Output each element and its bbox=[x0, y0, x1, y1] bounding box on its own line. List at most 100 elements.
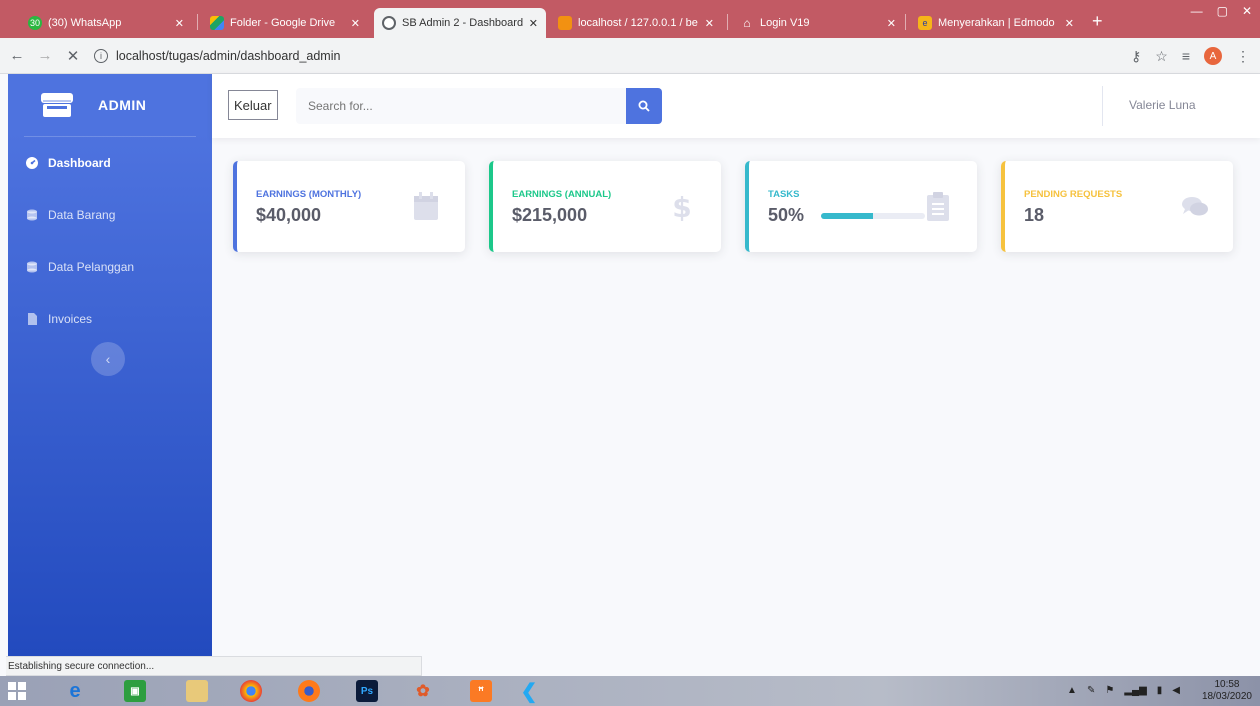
sidebar-item-label: Invoices bbox=[48, 312, 93, 326]
close-icon[interactable]: ✕ bbox=[529, 17, 538, 30]
address-bar: ← → ✕ i localhost/tugas/admin/dashboard_… bbox=[0, 38, 1260, 74]
database-icon bbox=[27, 261, 37, 273]
chevron-up-icon[interactable]: ▲ bbox=[1067, 685, 1077, 696]
tab-label: localhost / 127.0.0.1 / be bbox=[578, 17, 698, 29]
close-icon[interactable]: ✕ bbox=[887, 17, 896, 30]
logout-button[interactable]: Keluar bbox=[228, 90, 278, 120]
reading-list-icon[interactable]: ≡ bbox=[1182, 48, 1190, 64]
database-icon bbox=[27, 209, 37, 221]
topbar-divider bbox=[1102, 86, 1103, 126]
photoshop-icon[interactable]: Ps bbox=[356, 680, 378, 702]
close-icon[interactable]: ✕ bbox=[705, 17, 714, 30]
key-icon[interactable]: ⚷ bbox=[1131, 48, 1141, 65]
windows-logo-icon bbox=[8, 682, 26, 700]
sidebar-brand[interactable]: ADMIN bbox=[8, 74, 212, 136]
tab-separator bbox=[727, 14, 728, 30]
close-icon[interactable]: ✕ bbox=[175, 17, 184, 30]
search-button[interactable] bbox=[626, 88, 662, 124]
vscode-icon[interactable]: ❮ bbox=[518, 680, 540, 703]
browser-status-bar: Establishing secure connection... bbox=[6, 656, 422, 676]
google-drive-icon bbox=[210, 16, 224, 30]
tab-label: Folder - Google Drive bbox=[230, 17, 336, 29]
clipboard-icon bbox=[927, 192, 949, 221]
status-text: Establishing secure connection... bbox=[8, 660, 155, 672]
tab-google-drive[interactable]: Folder - Google Drive ✕ bbox=[202, 8, 368, 38]
pen-icon[interactable]: ✎ bbox=[1087, 685, 1095, 696]
sidebar-item-data-barang[interactable]: Data Barang bbox=[8, 189, 212, 241]
tab-edmodo[interactable]: e Menyerahkan | Edmodo ✕ bbox=[910, 8, 1082, 38]
chevron-left-icon: ‹ bbox=[105, 351, 111, 367]
sidebar-item-dashboard[interactable]: Dashboard bbox=[8, 137, 212, 189]
back-arrow-icon[interactable]: ← bbox=[6, 47, 28, 64]
store-icon bbox=[41, 93, 73, 117]
phpmyadmin-icon bbox=[558, 16, 572, 30]
search-icon bbox=[638, 100, 650, 112]
maximize-button[interactable]: ▢ bbox=[1217, 4, 1228, 18]
card-value: 18 bbox=[1024, 205, 1045, 225]
signal-icon[interactable]: ▂▄▆ bbox=[1124, 685, 1146, 696]
card-earnings-monthly: Earnings (Monthly) $40,000 bbox=[233, 161, 465, 252]
star-icon[interactable]: ☆ bbox=[1155, 48, 1168, 65]
card-label: Earnings (Monthly) bbox=[256, 189, 362, 200]
clock-time: 10:58 bbox=[1214, 679, 1240, 690]
tachometer-icon bbox=[26, 157, 38, 169]
close-icon[interactable]: ✕ bbox=[351, 17, 360, 30]
search-input[interactable] bbox=[296, 88, 626, 124]
card-value: $40,000 bbox=[256, 205, 322, 225]
tab-separator bbox=[905, 14, 906, 30]
forward-arrow-icon[interactable]: → bbox=[34, 47, 56, 64]
taskbar-clock[interactable]: 10:58 18/03/2020 bbox=[1202, 679, 1252, 703]
sidebar: ADMIN Dashboard Data Barang Data Pelangg… bbox=[8, 74, 212, 658]
card-pending-requests: Pending Requests 18 bbox=[1001, 161, 1233, 252]
volume-icon[interactable]: ◀ bbox=[1172, 685, 1180, 696]
card-label: Tasks bbox=[768, 189, 800, 200]
sidebar-item-data-pelanggan[interactable]: Data Pelanggan bbox=[8, 241, 212, 293]
profile-avatar[interactable]: A bbox=[1204, 47, 1222, 65]
xampp-icon[interactable]: ꟸ bbox=[470, 680, 492, 702]
tab-sb-admin-dashboard[interactable]: SB Admin 2 - Dashboard ✕ bbox=[374, 8, 546, 38]
windows-start-icon[interactable] bbox=[6, 680, 28, 702]
loading-icon bbox=[382, 16, 396, 30]
clock-date: 18/03/2020 bbox=[1201, 691, 1252, 702]
chrome-icon[interactable] bbox=[240, 680, 262, 702]
tasks-progress-bar bbox=[821, 213, 925, 219]
minimize-button[interactable]: — bbox=[1191, 4, 1203, 18]
file-explorer-icon[interactable] bbox=[186, 680, 208, 702]
firefox-icon[interactable] bbox=[298, 680, 320, 702]
info-icon[interactable]: i bbox=[94, 48, 108, 63]
sidebar-toggle-button[interactable]: ‹ bbox=[91, 342, 125, 376]
store-icon[interactable]: ▣ bbox=[124, 680, 146, 702]
system-tray: ▲ ✎ ⚑ ▂▄▆ ▮ ◀ bbox=[1067, 685, 1180, 696]
internet-explorer-icon[interactable]: e bbox=[64, 680, 86, 702]
tab-login-v19[interactable]: ⌂ Login V19 ✕ bbox=[732, 8, 904, 38]
url-field[interactable]: i localhost/tugas/admin/dashboard_admin bbox=[94, 48, 340, 63]
network-icon[interactable]: ⚑ bbox=[1105, 685, 1114, 696]
tab-label: Menyerahkan | Edmodo bbox=[938, 17, 1055, 29]
home-icon: ⌂ bbox=[743, 16, 751, 30]
topbar: Keluar Valerie Luna bbox=[212, 74, 1260, 138]
window-controls: — ▢ ✕ bbox=[1191, 4, 1252, 18]
tab-label: SB Admin 2 - Dashboard bbox=[402, 17, 523, 29]
tab-whatsapp[interactable]: 30 (30) WhatsApp ✕ bbox=[20, 8, 192, 38]
sidebar-item-label: Data Pelanggan bbox=[48, 260, 135, 274]
card-label: Pending Requests bbox=[1024, 189, 1123, 200]
whatsapp-icon: 30 bbox=[28, 16, 42, 30]
brand-text: ADMIN bbox=[98, 97, 147, 113]
svg-text:$: $ bbox=[672, 191, 691, 221]
battery-icon[interactable]: ▮ bbox=[1157, 685, 1163, 696]
card-tasks: Tasks 50% bbox=[745, 161, 977, 252]
close-window-button[interactable]: ✕ bbox=[1242, 4, 1252, 18]
tab-phpmyadmin[interactable]: localhost / 127.0.0.1 / be ✕ bbox=[550, 8, 722, 38]
browser-tab-bar: 30 (30) WhatsApp ✕ Folder - Google Drive… bbox=[0, 0, 1260, 38]
tab-label: (30) WhatsApp bbox=[48, 17, 122, 29]
dollar-icon: $ bbox=[672, 191, 691, 221]
sidebar-item-label: Dashboard bbox=[48, 156, 111, 170]
menu-dots-icon[interactable]: ⋮ bbox=[1236, 48, 1250, 65]
close-icon[interactable]: ✕ bbox=[1065, 17, 1074, 30]
user-name[interactable]: Valerie Luna bbox=[1129, 98, 1196, 112]
sidebar-item-invoices[interactable]: Invoices bbox=[8, 293, 212, 345]
new-tab-button[interactable]: + bbox=[1092, 12, 1103, 30]
tab-separator bbox=[197, 14, 198, 30]
app-icon[interactable]: ✿ bbox=[412, 680, 434, 702]
stop-loading-icon[interactable]: ✕ bbox=[62, 47, 84, 65]
